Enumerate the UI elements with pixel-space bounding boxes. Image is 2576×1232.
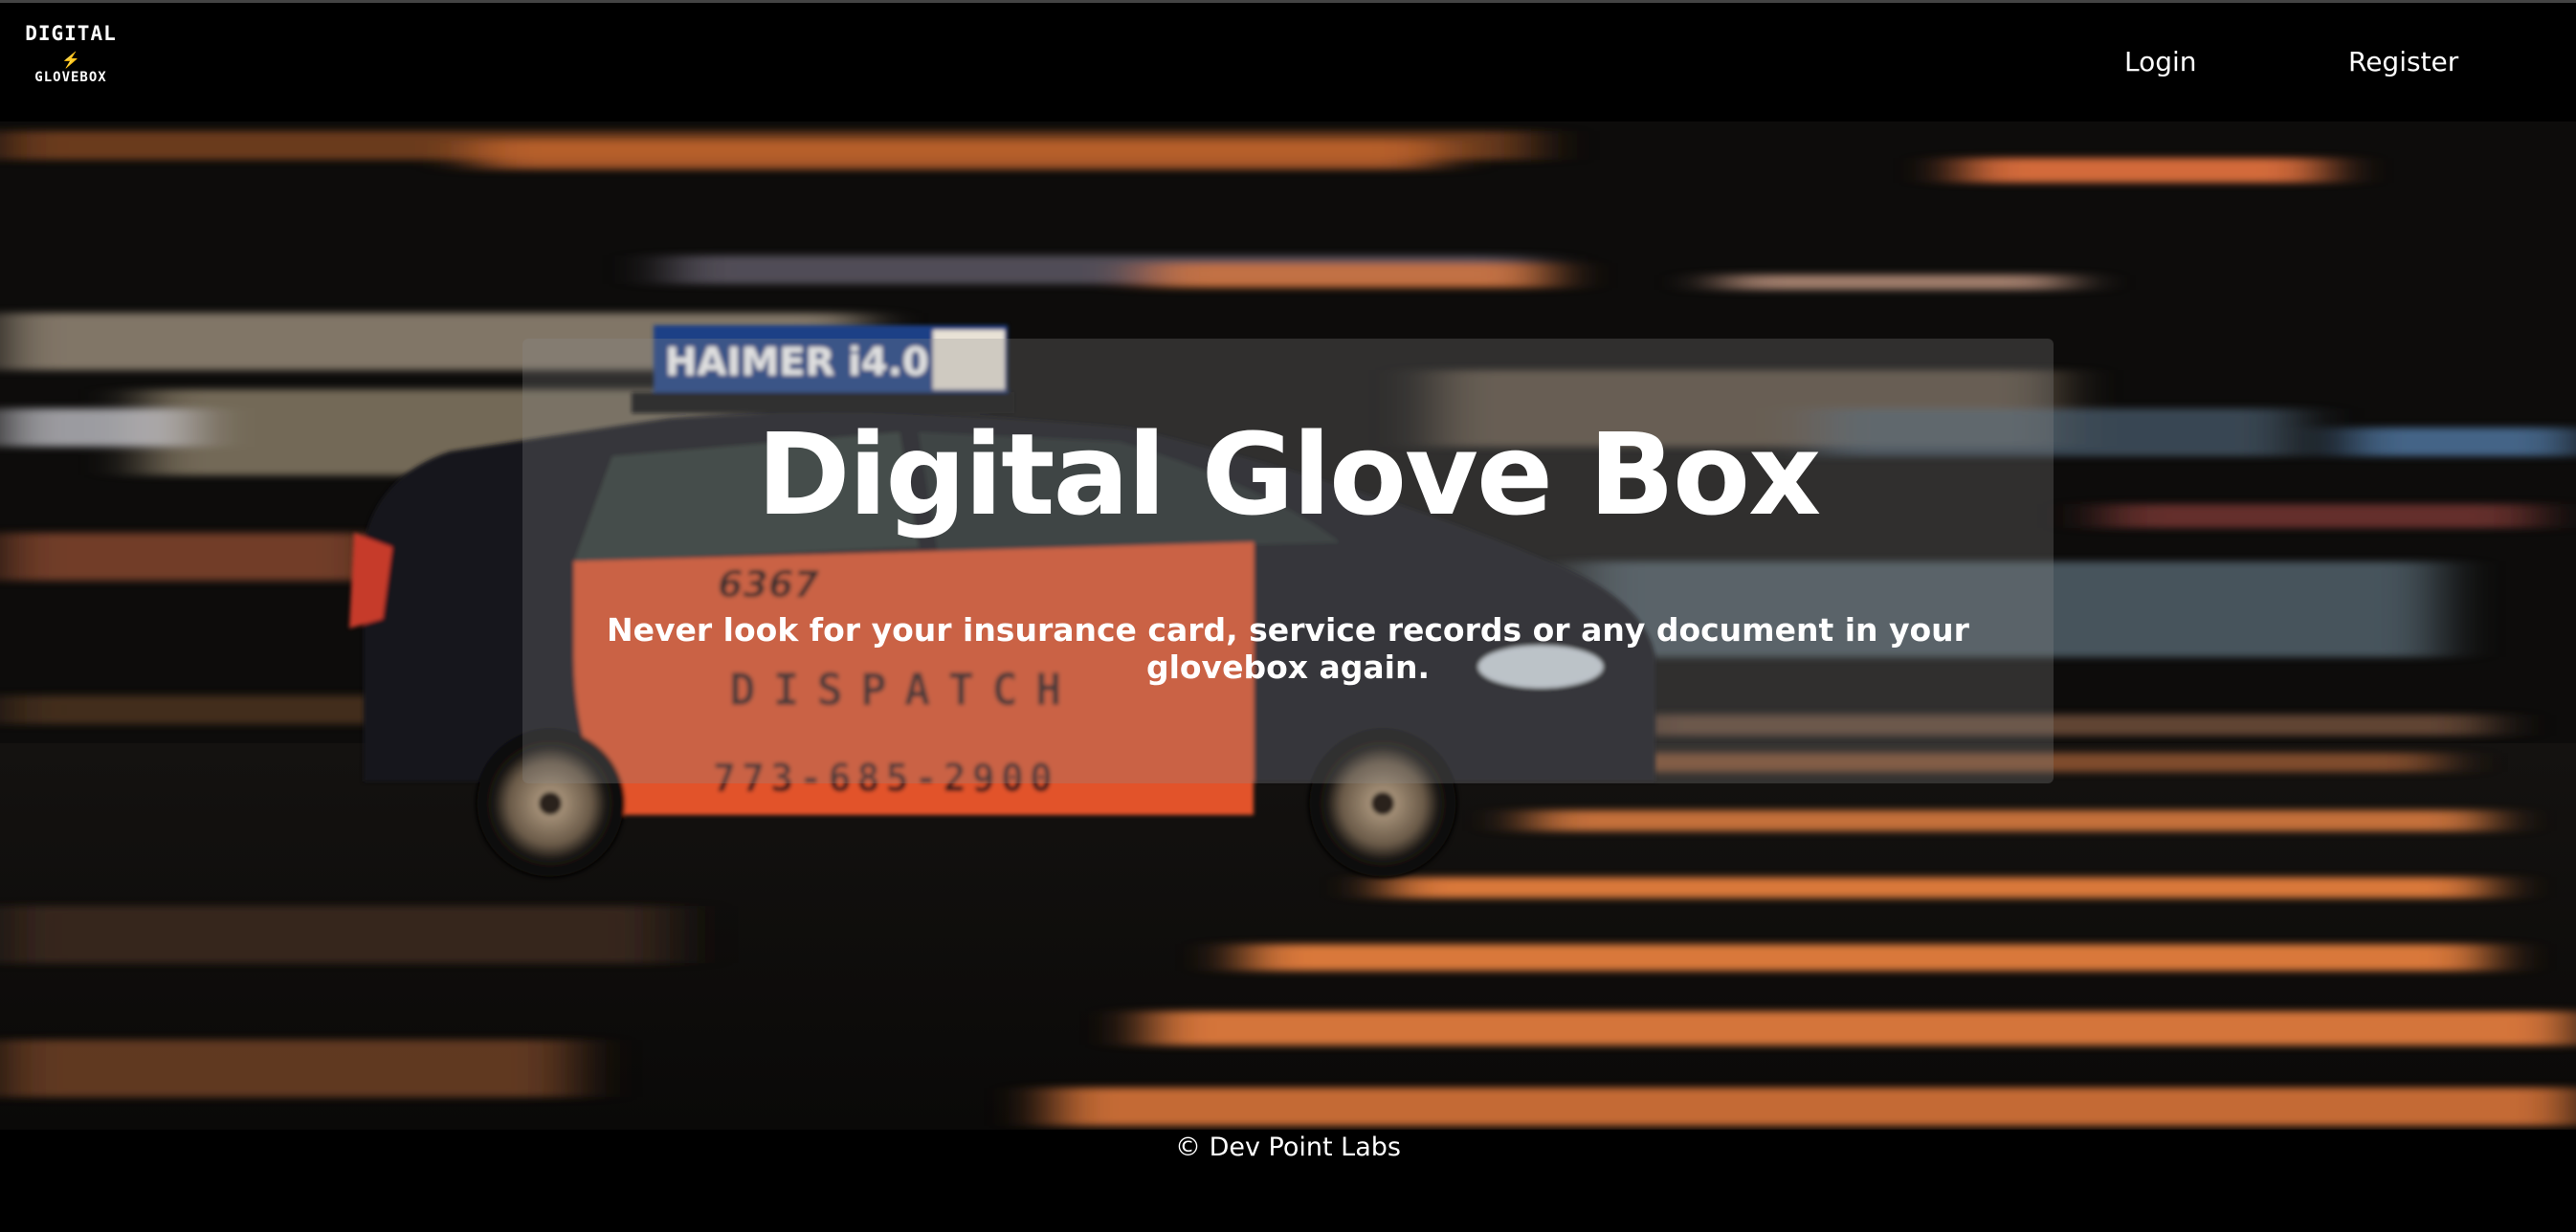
- hero-section: HAIMER i4.0 6367 DISPATCH 773-685-2900 D…: [0, 121, 2576, 1130]
- logo-text-top: DIGITAL: [25, 22, 117, 45]
- hero-title: Digital Glove Box: [756, 408, 1821, 540]
- hero-subtitle: Never look for your insurance card, serv…: [607, 611, 1969, 686]
- logo-text-bottom: GLOVEBOX: [34, 70, 107, 85]
- login-link[interactable]: Login: [2124, 46, 2197, 77]
- footer-copyright: © Dev Point Labs: [1175, 1133, 1401, 1162]
- logo[interactable]: DIGITAL ⚡ GLOVEBOX: [19, 22, 122, 91]
- hero-overlay-box: [522, 339, 2054, 783]
- register-link[interactable]: Register: [2348, 46, 2458, 77]
- lightning-bolt-icon: ⚡: [61, 53, 80, 69]
- page: DIGITAL ⚡ GLOVEBOX Login Register HAIMER…: [0, 0, 2576, 1232]
- navbar: DIGITAL ⚡ GLOVEBOX Login Register: [0, 0, 2576, 121]
